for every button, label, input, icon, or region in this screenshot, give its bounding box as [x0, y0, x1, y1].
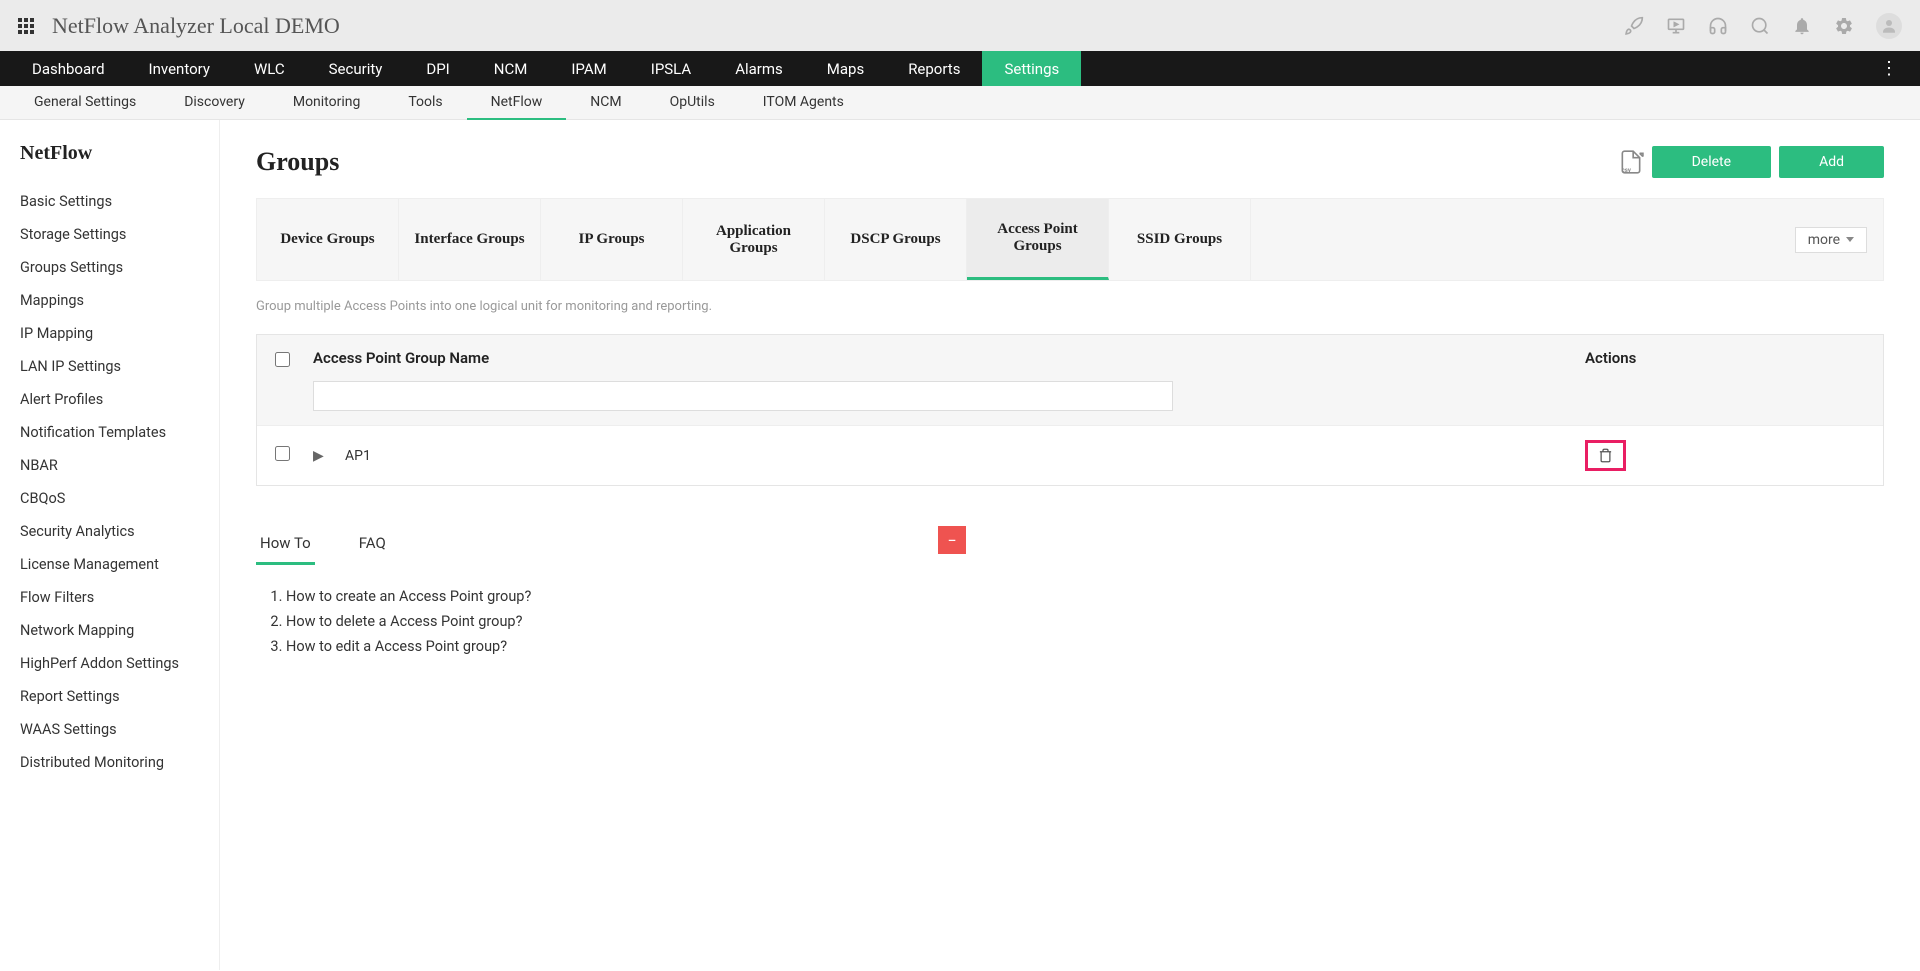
nav-reports[interactable]: Reports — [886, 51, 982, 86]
page-actions: csv Delete Add — [1618, 146, 1884, 178]
headset-icon[interactable] — [1708, 16, 1728, 36]
tab-interface-groups[interactable]: Interface Groups — [399, 199, 541, 280]
kebab-icon[interactable]: ⋮ — [1868, 58, 1910, 79]
tab-device-groups[interactable]: Device Groups — [257, 199, 399, 280]
table-header: Access Point Group Name Actions — [257, 335, 1883, 425]
nav-alarms[interactable]: Alarms — [713, 51, 805, 86]
sidebar-item-distributed-monitoring[interactable]: Distributed Monitoring — [20, 746, 199, 779]
nav-security[interactable]: Security — [307, 51, 405, 86]
help-list: How to create an Access Point group? How… — [256, 566, 966, 667]
tab-application-groups[interactable]: Application Groups — [683, 199, 825, 280]
sidebar-title: NetFlow — [20, 142, 199, 165]
table-row: ▶ AP1 — [257, 425, 1883, 485]
row-checkbox[interactable] — [275, 446, 290, 461]
nav-wlc[interactable]: WLC — [232, 51, 307, 86]
subnav-general-settings[interactable]: General Settings — [10, 86, 160, 120]
bell-icon[interactable] — [1792, 16, 1812, 36]
subnav-ncm[interactable]: NCM — [566, 86, 645, 120]
data-table: Access Point Group Name Actions ▶ AP1 — [256, 334, 1884, 486]
add-button[interactable]: Add — [1779, 146, 1884, 178]
sidebar-item-lan-ip-settings[interactable]: LAN IP Settings — [20, 350, 199, 383]
csv-label: csv — [1622, 167, 1631, 174]
tab-access-point-groups[interactable]: Access Point Groups — [967, 199, 1109, 280]
chevron-down-icon — [1846, 237, 1854, 242]
nav-settings[interactable]: Settings — [982, 51, 1081, 86]
export-csv-icon[interactable]: csv — [1618, 148, 1644, 176]
sidebar-item-storage-settings[interactable]: Storage Settings — [20, 218, 199, 251]
sidebar-item-cbqos[interactable]: CBQoS — [20, 482, 199, 515]
expand-row-icon[interactable]: ▶ — [313, 448, 327, 464]
sidebar-item-waas-settings[interactable]: WAAS Settings — [20, 713, 199, 746]
tab-ip-groups[interactable]: IP Groups — [541, 199, 683, 280]
trash-icon — [1598, 448, 1613, 463]
help-tabs: How To FAQ — [256, 526, 966, 566]
apps-grid-icon[interactable] — [18, 18, 34, 34]
nav-dpi[interactable]: DPI — [404, 51, 471, 86]
page-title: Groups — [256, 147, 339, 177]
more-wrap: more — [1779, 199, 1883, 280]
sidebar-item-basic-settings[interactable]: Basic Settings — [20, 185, 199, 218]
collapse-help-button[interactable]: − — [938, 526, 966, 554]
nav-ipam[interactable]: IPAM — [549, 51, 628, 86]
sidebar-item-report-settings[interactable]: Report Settings — [20, 680, 199, 713]
presentation-icon[interactable] — [1666, 16, 1686, 36]
sidebar: NetFlow Basic Settings Storage Settings … — [0, 120, 220, 970]
nav-inventory[interactable]: Inventory — [127, 51, 232, 86]
nav-ipsla[interactable]: IPSLA — [629, 51, 713, 86]
sidebar-item-alert-profiles[interactable]: Alert Profiles — [20, 383, 199, 416]
top-icons — [1624, 13, 1902, 39]
help-item[interactable]: How to edit a Access Point group? — [286, 634, 958, 659]
filter-input[interactable] — [313, 381, 1173, 411]
sidebar-item-security-analytics[interactable]: Security Analytics — [20, 515, 199, 548]
delete-button[interactable]: Delete — [1652, 146, 1771, 178]
sidebar-item-flow-filters[interactable]: Flow Filters — [20, 581, 199, 614]
subnav-oputils[interactable]: OpUtils — [646, 86, 739, 120]
sidebar-item-highperf-addon-settings[interactable]: HighPerf Addon Settings — [20, 647, 199, 680]
sidebar-item-notification-templates[interactable]: Notification Templates — [20, 416, 199, 449]
column-actions-header: Actions — [1585, 349, 1865, 367]
user-avatar-icon[interactable] — [1876, 13, 1902, 39]
help-tab-how-to[interactable]: How To — [256, 526, 315, 565]
help-item[interactable]: How to create an Access Point group? — [286, 584, 958, 609]
help-section: − How To FAQ How to create an Access Poi… — [256, 526, 966, 667]
row-name: AP1 — [345, 448, 1567, 464]
more-button[interactable]: more — [1795, 227, 1867, 253]
main-content: Groups csv Delete Add Device Groups Inte… — [220, 120, 1920, 970]
nav-maps[interactable]: Maps — [805, 51, 886, 86]
tab-ssid-groups[interactable]: SSID Groups — [1109, 199, 1251, 280]
description-text: Group multiple Access Points into one lo… — [256, 299, 1884, 314]
main-nav: Dashboard Inventory WLC Security DPI NCM… — [0, 51, 1920, 86]
column-name-header: Access Point Group Name — [313, 349, 1567, 367]
sidebar-item-mappings[interactable]: Mappings — [20, 284, 199, 317]
sidebar-item-ip-mapping[interactable]: IP Mapping — [20, 317, 199, 350]
rocket-icon[interactable] — [1624, 16, 1644, 36]
delete-row-button[interactable] — [1585, 440, 1626, 471]
help-tab-faq[interactable]: FAQ — [355, 526, 390, 565]
tab-dscp-groups[interactable]: DSCP Groups — [825, 199, 967, 280]
app-title: NetFlow Analyzer Local DEMO — [52, 13, 340, 39]
subnav-discovery[interactable]: Discovery — [160, 86, 269, 120]
subnav-netflow[interactable]: NetFlow — [467, 86, 567, 120]
subnav-monitoring[interactable]: Monitoring — [269, 86, 385, 120]
subnav-tools[interactable]: Tools — [384, 86, 466, 120]
top-header: NetFlow Analyzer Local DEMO — [0, 0, 1920, 51]
page-header: Groups csv Delete Add — [256, 146, 1884, 178]
sub-nav: General Settings Discovery Monitoring To… — [0, 86, 1920, 120]
sidebar-item-network-mapping[interactable]: Network Mapping — [20, 614, 199, 647]
sidebar-item-nbar[interactable]: NBAR — [20, 449, 199, 482]
select-all-checkbox[interactable] — [275, 352, 290, 367]
nav-ncm[interactable]: NCM — [472, 51, 550, 86]
sidebar-item-groups-settings[interactable]: Groups Settings — [20, 251, 199, 284]
sidebar-item-license-management[interactable]: License Management — [20, 548, 199, 581]
subnav-itom-agents[interactable]: ITOM Agents — [739, 86, 868, 120]
gear-icon[interactable] — [1834, 16, 1854, 36]
more-label: more — [1808, 232, 1840, 248]
search-icon[interactable] — [1750, 16, 1770, 36]
help-item[interactable]: How to delete a Access Point group? — [286, 609, 958, 634]
nav-dashboard[interactable]: Dashboard — [10, 51, 127, 86]
group-tabs: Device Groups Interface Groups IP Groups… — [256, 198, 1884, 281]
